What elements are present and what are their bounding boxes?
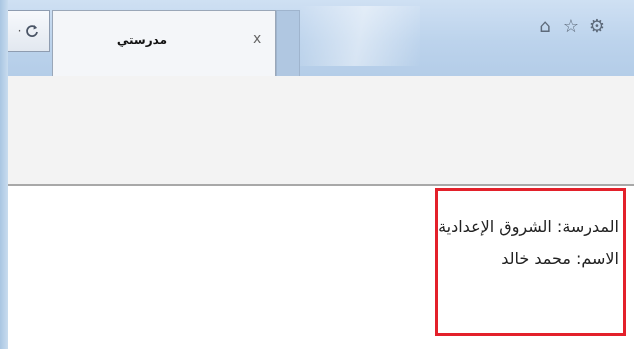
tab-active[interactable]: مدرستي x <box>52 10 276 76</box>
tab-close-button[interactable]: x <box>253 31 261 47</box>
tab-title: مدرستي <box>116 33 167 47</box>
refresh-icon <box>26 25 39 37</box>
new-tab-button[interactable] <box>276 10 300 76</box>
browser-window: · مدرستي x ⌂ ☆ ⚙ المدرسة: الشروق الإعداد… <box>0 0 634 349</box>
school-line: المدرسة: الشروق الإعدادية <box>438 217 619 236</box>
browser-toolbar-icons: ⌂ ☆ ⚙ <box>534 14 608 38</box>
star-icon[interactable]: ☆ <box>560 14 582 38</box>
address-toolbar-area <box>8 76 634 184</box>
highlighted-info-box: المدرسة: الشروق الإعدادية الاسم: محمد خا… <box>435 188 626 336</box>
separator-dot: · <box>17 24 22 38</box>
gear-icon[interactable]: ⚙ <box>586 14 608 38</box>
refresh-button[interactable]: · <box>8 10 50 52</box>
glass-reflection <box>300 6 420 66</box>
window-frame-left <box>0 0 8 349</box>
home-icon[interactable]: ⌂ <box>534 14 556 38</box>
student-name-line: الاسم: محمد خالد <box>501 249 619 268</box>
